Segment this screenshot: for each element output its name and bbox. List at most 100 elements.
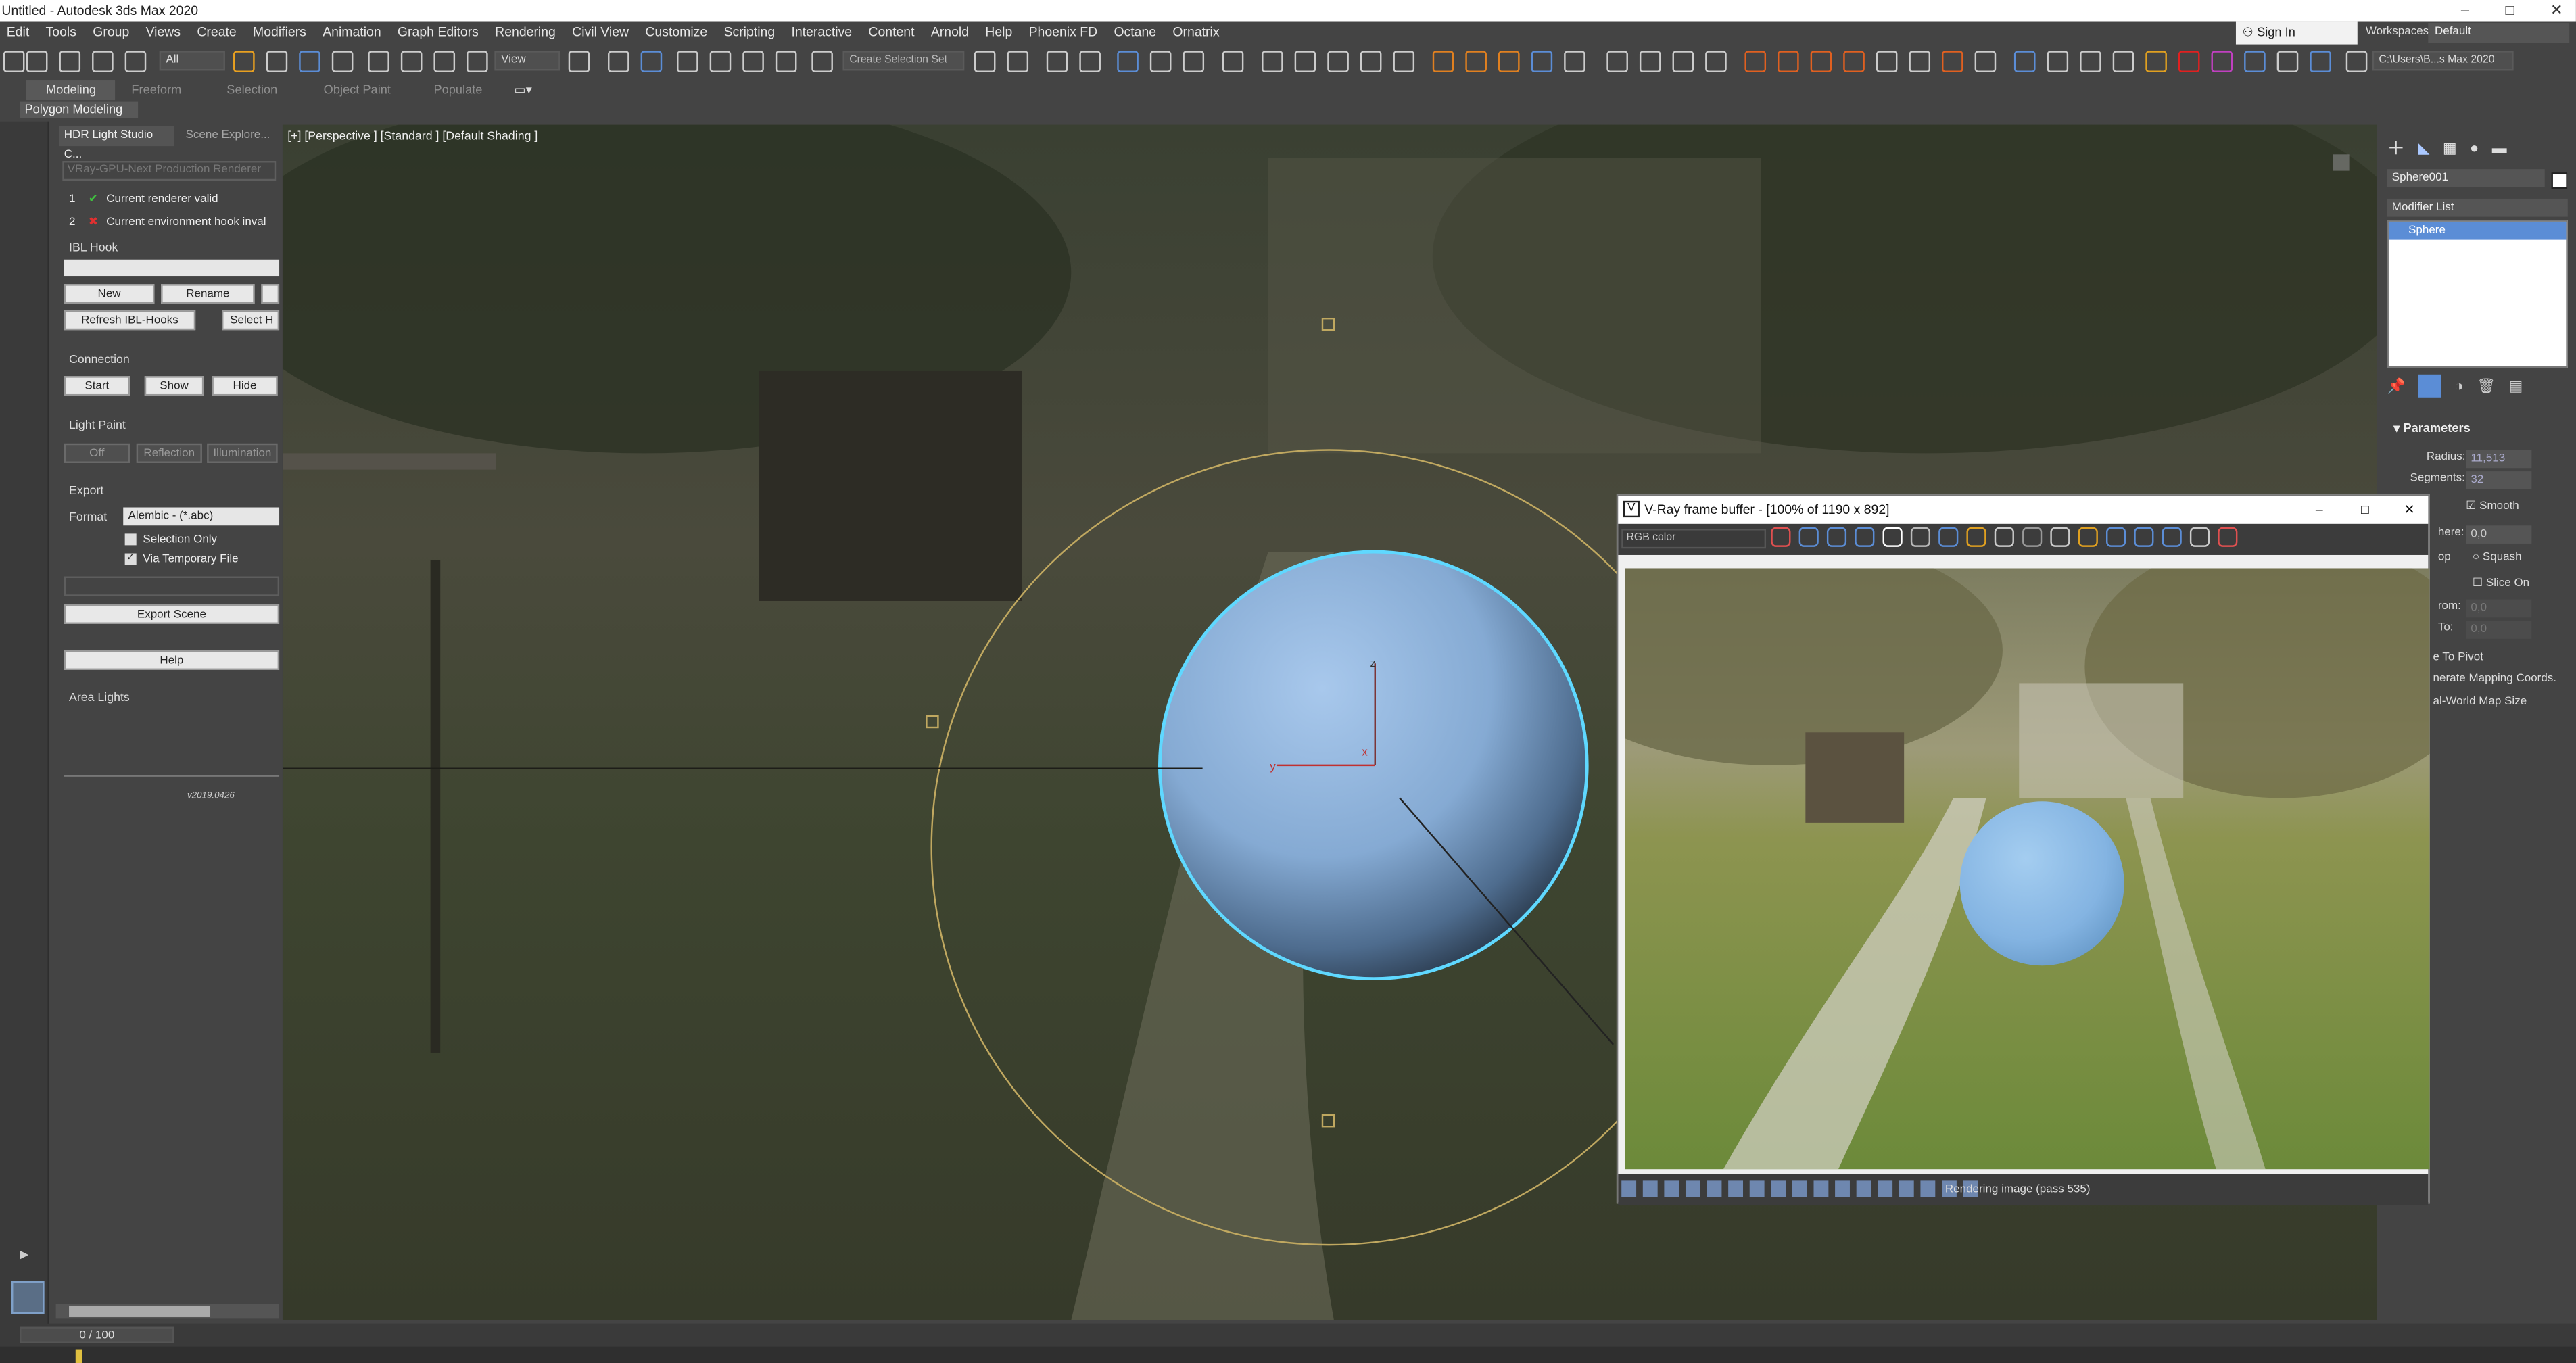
tab-hdr-light-studio[interactable]: HDR Light Studio C... [59,126,174,161]
region-select-icon[interactable] [299,51,320,72]
mirror-icon[interactable] [974,51,996,72]
region-render-icon[interactable] [2050,527,2070,547]
menu-views[interactable]: Views [146,24,181,39]
project-folder-dropdown[interactable]: C:\Users\B...s Max 2020 [2372,51,2514,71]
vray-camera-icon[interactable] [1564,51,1585,72]
time-slider[interactable]: 0 / 100 [20,1326,174,1343]
select-object-icon[interactable] [233,51,255,72]
vray-fb-icon[interactable] [1498,51,1520,72]
ornatrix-brush-icon[interactable] [2112,51,2134,72]
create-tab-icon[interactable]: ＋ [2387,135,2405,161]
snaps-toggle-icon[interactable] [677,51,698,72]
render-setup-icon[interactable] [1262,51,1283,72]
menu-edit[interactable]: Edit [7,24,30,39]
schematic-view-icon[interactable] [1183,51,1205,72]
lut-icon[interactable] [1621,1180,1637,1197]
slice-from-spinner[interactable]: 0,0 [2466,599,2532,618]
menu-scripting[interactable]: Scripting [724,24,776,39]
link-icon[interactable] [2078,527,2098,547]
octane-icon[interactable] [1876,51,1898,72]
viewport-layout-icon[interactable] [11,1281,45,1314]
ornatrix-hair-icon[interactable] [2080,51,2101,72]
menu-help[interactable]: Help [985,24,1012,39]
radius-spinner[interactable]: 11,513 [2466,450,2532,469]
play-icon[interactable] [1606,51,1628,72]
new-button[interactable]: New [64,284,155,304]
render-production-icon[interactable] [1327,51,1349,72]
rotate-icon[interactable] [400,51,423,72]
ornatrix-render-icon[interactable] [2145,51,2167,72]
modifier-list-dropdown[interactable]: Modifier List [2387,198,2568,217]
select-manipulate-icon[interactable] [608,51,629,72]
menu-customize[interactable]: Customize [645,24,707,39]
film-icon[interactable] [1835,1180,1850,1197]
keyboard-shortcut-icon[interactable] [640,51,663,72]
selection-only-checkbox[interactable] [124,533,137,546]
selection-filter-dropdown[interactable]: All [159,51,225,71]
vfb-minimize-button[interactable]: – [2316,496,2323,524]
menu-animation[interactable]: Animation [323,24,381,39]
record-icon[interactable] [2178,51,2200,72]
hierarchy-tab-icon[interactable]: ▦ [2443,139,2457,157]
open-image-icon[interactable] [1966,527,1986,547]
gen-mapping-label[interactable]: nerate Mapping Coords. [2433,673,2557,685]
phoenix-source-icon[interactable] [1810,51,1832,72]
h-icon[interactable] [1899,1180,1914,1197]
slice-on-checkbox[interactable]: ☐ [2473,578,2486,590]
delete-icon[interactable] [1705,51,1727,72]
scale-icon[interactable] [433,51,456,72]
select-by-name-icon[interactable] [266,51,288,72]
show-button[interactable]: Show [144,376,204,396]
settings-icon[interactable] [2189,527,2210,547]
vfb-render-image[interactable] [1625,568,2430,1170]
toggle-layer-explorer-icon[interactable] [1079,51,1101,72]
select-hook-button[interactable]: Select H [222,310,280,331]
history-icon[interactable] [2134,527,2154,547]
menu-create[interactable]: Create [197,24,236,39]
slice-to-spinner[interactable]: 0,0 [2466,621,2532,639]
redo-icon[interactable] [26,51,48,72]
rendered-frame-window-icon[interactable] [1294,51,1316,72]
vray-light-icon[interactable] [1531,51,1553,72]
scrollbar-thumb[interactable] [69,1305,211,1317]
arnold-icon[interactable] [2211,51,2233,72]
octane-ipr-icon[interactable] [1909,51,1931,72]
segments-spinner[interactable]: 32 [2466,471,2532,489]
octane-settings-icon[interactable] [1974,51,1997,72]
ribbon-tab-modeling[interactable]: Modeling [26,80,116,101]
panel-scrollbar[interactable] [55,1304,280,1319]
octane-light-icon[interactable] [1942,51,1963,72]
help-icon[interactable] [2345,51,2368,72]
viewport-label[interactable]: [+] [Perspective ] [Standard ] [Default … [287,128,538,143]
menu-interactive[interactable]: Interactive [791,24,852,39]
time-marker[interactable] [75,1349,82,1363]
squash-radio[interactable]: ○ [2473,552,2483,563]
motion-tab-icon[interactable]: ● [2470,139,2479,156]
refresh-ibl-hooks-button[interactable]: Refresh IBL-Hooks [64,310,196,331]
pause-icon[interactable] [1639,51,1661,72]
pin-icon[interactable]: 📌 [2387,377,2405,395]
material-editor-icon[interactable] [1222,51,1244,72]
percent-snap-icon[interactable] [742,51,764,72]
create-selection-set-dropdown[interactable]: Create Selection Set [842,51,965,71]
real-world-label[interactable]: al-World Map Size [2433,696,2527,708]
menu-modifiers[interactable]: Modifiers [253,24,306,39]
parameters-rollout[interactable]: ▾ Parameters [2393,421,2471,435]
object-color-swatch[interactable] [2551,172,2568,189]
align-icon[interactable] [1007,51,1029,72]
close-button[interactable]: ✕ [2550,0,2562,22]
red-channel-icon[interactable] [1798,527,1819,547]
menu-ornatrix[interactable]: Ornatrix [1172,24,1219,39]
unlink-icon[interactable] [92,51,114,72]
levels-icon[interactable] [1685,1180,1700,1197]
menu-group[interactable]: Group [93,24,129,39]
window-crossing-icon[interactable] [331,51,354,72]
make-unique-icon[interactable]: ◑ [2455,378,2464,394]
off-button[interactable]: Off [64,443,130,463]
ribbon-tab-object-paint[interactable]: Object Paint [324,80,391,100]
menu-graph-editors[interactable]: Graph Editors [398,24,479,39]
phoenix-fire-icon[interactable] [1744,51,1767,72]
color-channels-icon[interactable] [1771,527,1791,547]
srgb-icon[interactable] [1664,1180,1679,1197]
lens-icon[interactable] [1878,1180,1893,1197]
